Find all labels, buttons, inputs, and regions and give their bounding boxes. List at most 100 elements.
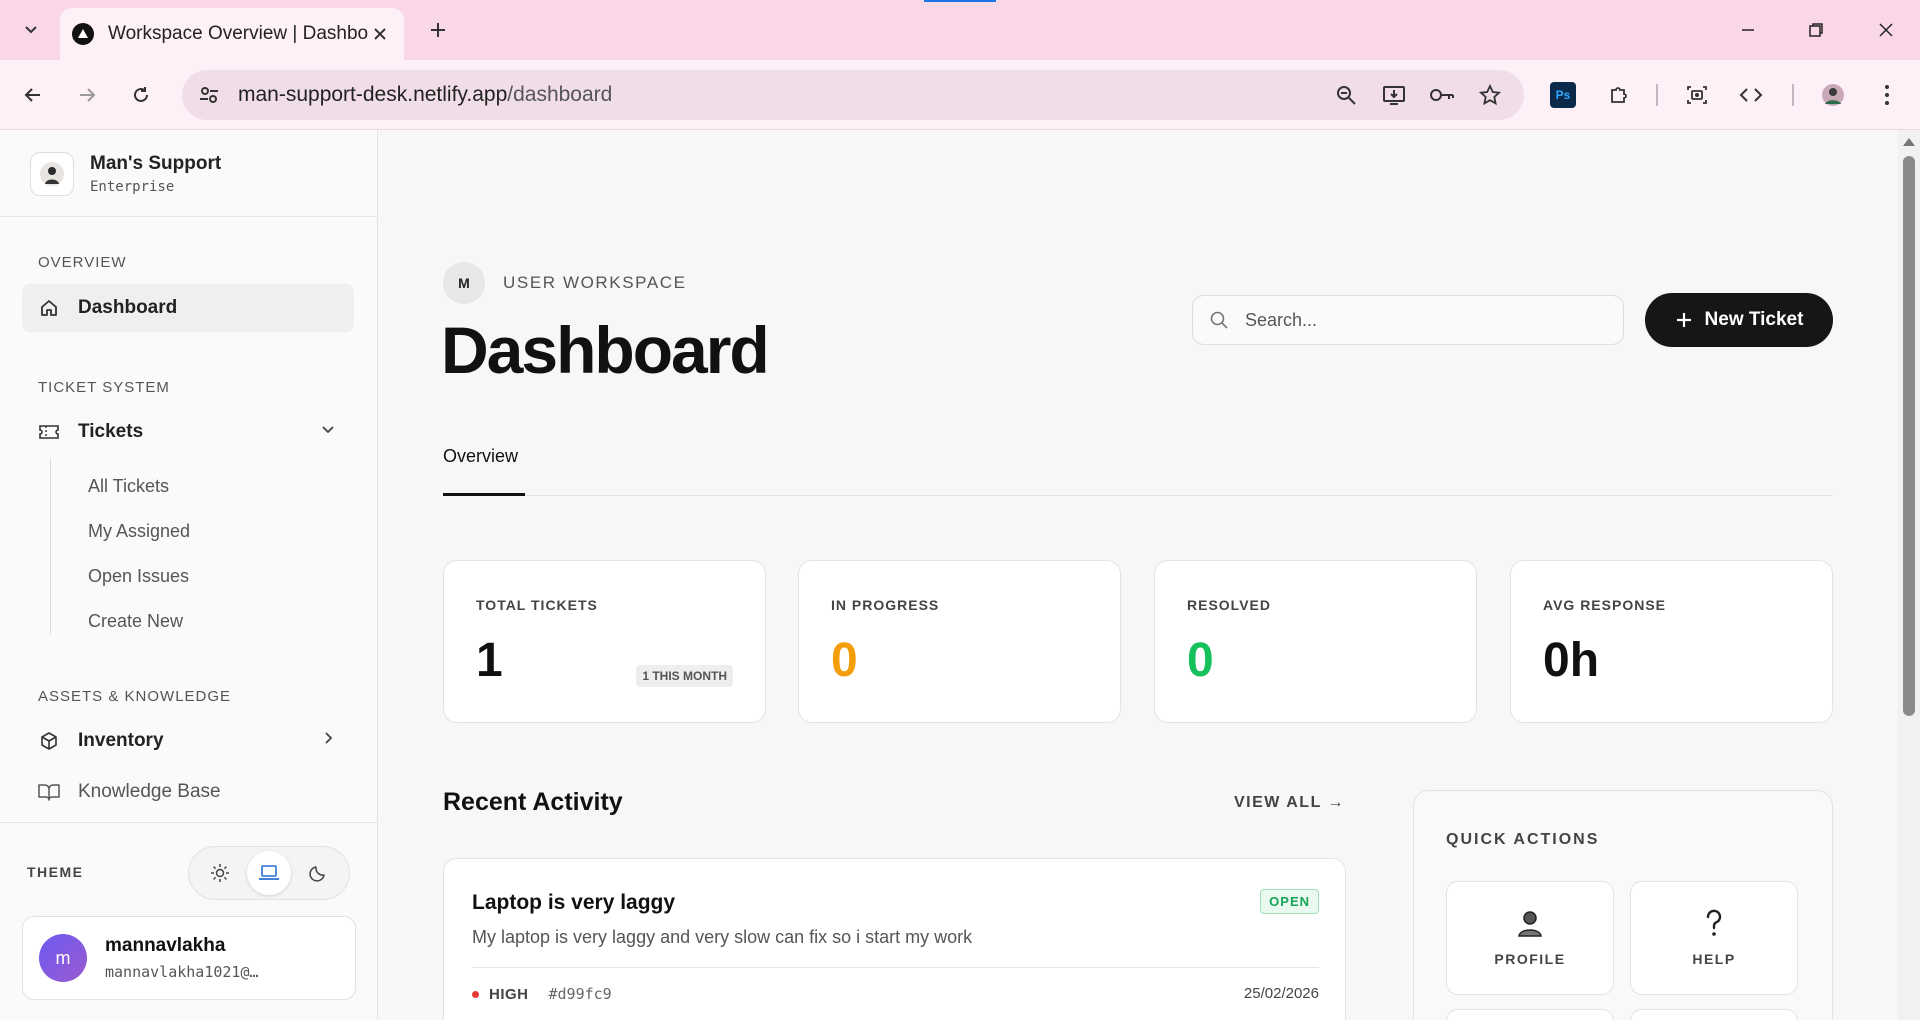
stat-badge: 1 THIS MONTH xyxy=(636,665,733,687)
quick-action-help[interactable]: HELP xyxy=(1630,881,1798,995)
browser-tab[interactable]: Workspace Overview | Dashboa xyxy=(60,8,404,60)
new-tab-icon[interactable] xyxy=(424,16,452,44)
sidebar-item-inventory[interactable]: Inventory xyxy=(22,717,354,765)
scroll-up-arrow-icon[interactable] xyxy=(1903,138,1915,146)
workspace-header: M USER WORKSPACE xyxy=(443,262,687,304)
url-path: /dashboard xyxy=(507,83,613,106)
sidebar-subitem-all-tickets[interactable]: All Tickets xyxy=(88,476,169,497)
brand[interactable]: Man's Support Enterprise xyxy=(30,152,221,196)
search-placeholder: Search... xyxy=(1245,309,1318,330)
reload-icon[interactable] xyxy=(124,78,158,112)
browser-toolbar: man-support-desk.netlify.app/dashboard P… xyxy=(0,60,1920,130)
profile-avatar-icon[interactable] xyxy=(1816,78,1850,112)
brand-subtitle: Enterprise xyxy=(90,179,175,195)
tab-search-button[interactable] xyxy=(16,14,46,44)
brand-name: Man's Support xyxy=(90,153,222,174)
section-ticket-system: TICKET SYSTEM xyxy=(38,379,170,396)
sidebar-item-label: Tickets xyxy=(78,421,144,442)
stat-card-total-tickets: TOTAL TICKETS 1 1 THIS MONTH xyxy=(443,560,766,723)
favicon-icon xyxy=(72,23,94,45)
quick-action-card[interactable] xyxy=(1446,1009,1614,1020)
laptop-icon xyxy=(258,865,279,880)
quick-action-profile[interactable]: PROFILE xyxy=(1446,881,1614,995)
url-text[interactable]: man-support-desk.netlify.app/dashboard xyxy=(238,83,1316,107)
plus-icon xyxy=(1676,313,1691,327)
close-tab-icon[interactable] xyxy=(368,22,392,46)
recent-activity-title: Recent Activity xyxy=(443,788,623,816)
url-host: man-support-desk.netlify.app xyxy=(238,83,508,106)
activity-divider xyxy=(472,967,1319,968)
sidebar-divider xyxy=(0,822,378,823)
sun-icon xyxy=(210,864,229,882)
theme-switcher xyxy=(188,846,350,900)
install-app-icon[interactable] xyxy=(1376,77,1412,113)
stat-value: 1 xyxy=(476,634,503,687)
system-theme-button[interactable] xyxy=(246,851,291,895)
box-icon xyxy=(38,730,60,752)
activity-date: 25/02/2026 xyxy=(1243,985,1319,1002)
theme-label: THEME xyxy=(27,864,84,880)
bookmark-star-icon[interactable] xyxy=(1472,77,1508,113)
search-icon xyxy=(1210,311,1228,329)
ticket-icon xyxy=(38,421,60,443)
address-bar[interactable]: man-support-desk.netlify.app/dashboard xyxy=(182,70,1524,120)
minimize-icon[interactable] xyxy=(1728,14,1768,46)
view-all-link[interactable]: VIEW ALL → xyxy=(1234,794,1345,812)
status-badge: OPEN xyxy=(1260,889,1319,914)
chevron-down-icon xyxy=(320,421,336,437)
home-icon xyxy=(38,297,60,319)
user-card[interactable]: m mannavlakha mannavlakha1021@… xyxy=(22,916,356,1000)
quick-action-card[interactable] xyxy=(1630,1009,1798,1020)
photoshop-extension-icon[interactable]: Ps xyxy=(1546,78,1580,112)
workspace-label: USER WORKSPACE xyxy=(503,273,687,292)
stat-label: RESOLVED xyxy=(1187,597,1271,613)
site-info-icon[interactable] xyxy=(198,84,220,106)
stat-value: 0h xyxy=(1543,634,1600,687)
screenshot-icon[interactable] xyxy=(1680,78,1714,112)
page-scrollbar[interactable] xyxy=(1898,130,1920,1020)
user-email: mannavlakha1021@… xyxy=(105,963,259,981)
scrollbar-thumb[interactable] xyxy=(1903,156,1915,716)
extensions-puzzle-icon[interactable] xyxy=(1602,78,1636,112)
chevron-right-icon xyxy=(320,730,336,746)
tab-title: Workspace Overview | Dashboa xyxy=(108,23,368,44)
toolbar-divider xyxy=(1792,84,1794,106)
restore-icon[interactable] xyxy=(1796,14,1836,46)
sidebar-item-label: Inventory xyxy=(78,730,164,751)
sidebar-subitem-open-issues[interactable]: Open Issues xyxy=(88,566,189,587)
book-open-icon xyxy=(38,781,60,803)
sidebar-divider xyxy=(0,216,378,217)
loading-indicator xyxy=(924,0,996,2)
priority-dot-icon xyxy=(472,990,479,998)
user-icon xyxy=(1518,911,1542,937)
back-icon[interactable] xyxy=(16,78,50,112)
moon-icon xyxy=(309,866,326,882)
browser-menu-icon[interactable] xyxy=(1870,78,1904,112)
page-title: Dashboard xyxy=(441,313,770,387)
quick-actions-title: QUICK ACTIONS xyxy=(1446,831,1600,848)
light-theme-button[interactable] xyxy=(198,851,242,895)
ticket-id: #d99fc9 xyxy=(548,985,612,1003)
sidebar-subitem-my-assigned[interactable]: My Assigned xyxy=(88,521,190,542)
sidebar-subitem-create-new[interactable]: Create New xyxy=(88,611,183,632)
question-mark-icon xyxy=(1706,909,1722,936)
activity-card[interactable]: Laptop is very laggy My laptop is very l… xyxy=(443,858,1346,1020)
activity-description: My laptop is very laggy and very slow ca… xyxy=(472,927,973,947)
new-ticket-label: New Ticket xyxy=(1704,309,1804,330)
new-ticket-button[interactable]: New Ticket xyxy=(1645,293,1833,347)
code-icon[interactable] xyxy=(1734,78,1768,112)
sidebar-item-label: Knowledge Base xyxy=(78,781,221,802)
stat-card-avg-response: AVG RESPONSE 0h xyxy=(1510,560,1833,723)
sidebar-item-tickets[interactable]: Tickets xyxy=(22,408,354,456)
stat-label: IN PROGRESS xyxy=(831,597,940,613)
zoom-icon[interactable] xyxy=(1328,77,1364,113)
forward-icon[interactable] xyxy=(70,78,104,112)
search-input[interactable]: Search... xyxy=(1192,295,1624,345)
section-overview: OVERVIEW xyxy=(38,254,127,271)
sidebar-item-knowledge-base[interactable]: Knowledge Base xyxy=(22,768,354,816)
tab-overview[interactable]: Overview xyxy=(443,446,525,496)
close-window-icon[interactable] xyxy=(1866,14,1906,46)
password-key-icon[interactable] xyxy=(1424,77,1460,113)
sidebar-item-dashboard[interactable]: Dashboard xyxy=(22,284,354,332)
dark-theme-button[interactable] xyxy=(296,851,340,895)
